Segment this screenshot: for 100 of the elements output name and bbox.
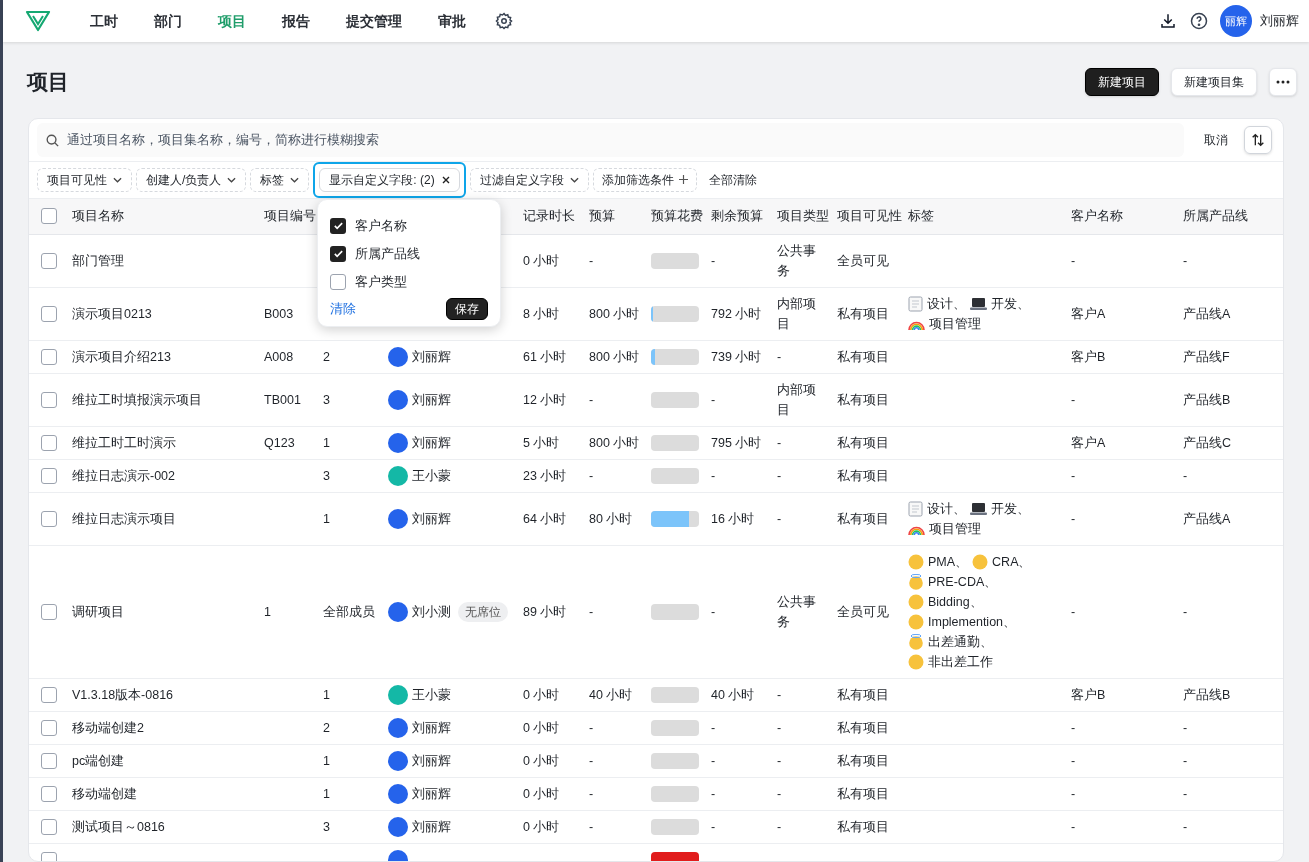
tag-label: Bidding、 xyxy=(928,594,983,611)
table-cell: 0 小时 xyxy=(523,254,560,268)
table-cell: - xyxy=(1071,754,1076,768)
table-cell: 内部项目 xyxy=(777,297,816,331)
nav-tab[interactable]: 审批 xyxy=(423,10,481,32)
filter-chip[interactable]: 项目可见性 xyxy=(37,167,132,192)
table-cell: - xyxy=(1183,721,1188,735)
row-checkbox[interactable] xyxy=(41,511,57,527)
row-checkbox[interactable] xyxy=(41,786,57,802)
table-cell: - xyxy=(711,754,716,768)
row-checkbox[interactable] xyxy=(41,819,57,835)
table-cell: 1 xyxy=(323,754,330,768)
laptop-icon xyxy=(970,297,987,311)
row-checkbox[interactable] xyxy=(41,468,57,484)
nav-tab[interactable]: 工时 xyxy=(75,10,133,32)
table-cell: 40 小时 xyxy=(589,688,633,702)
table-cell: pc端创建 xyxy=(72,754,125,768)
table-cell: 客户B xyxy=(1071,688,1106,702)
search-field[interactable]: 通过项目名称，项目集名称，编号，简称进行模糊搜索 xyxy=(37,122,1184,157)
help-icon[interactable] xyxy=(1190,12,1208,30)
row-checkbox[interactable] xyxy=(41,687,57,703)
emoji-icon xyxy=(908,594,924,610)
table-cell: A008 xyxy=(264,350,294,364)
table-cell: - xyxy=(777,512,782,526)
column-header[interactable]: 项目编号 xyxy=(264,208,316,223)
select-all-checkbox[interactable] xyxy=(41,208,57,225)
column-header[interactable]: 所属产品线 xyxy=(1183,208,1248,223)
more-icon xyxy=(1276,79,1290,84)
logo-icon[interactable] xyxy=(25,10,51,32)
new-project-button[interactable]: 新建项目 xyxy=(1085,67,1159,96)
row-checkbox[interactable] xyxy=(41,720,57,736)
column-header[interactable]: 项目名称 xyxy=(72,208,124,223)
column-header[interactable]: 客户名称 xyxy=(1071,208,1123,223)
cancel-button[interactable]: 取消 xyxy=(1200,130,1232,149)
column-header[interactable]: 记录时长 xyxy=(523,208,575,223)
new-project-set-button[interactable]: 新建项目集 xyxy=(1171,67,1257,96)
search-icon xyxy=(45,132,60,148)
table-cell: 800 小时 xyxy=(589,436,640,450)
option-checkbox[interactable] xyxy=(330,245,346,262)
column-header[interactable]: 标签 xyxy=(908,208,934,223)
emoji-icon xyxy=(908,574,924,590)
table-cell: 80 小时 xyxy=(589,512,633,526)
emoji-icon xyxy=(908,614,924,630)
option-checkbox[interactable] xyxy=(330,273,346,290)
emoji-icon xyxy=(972,554,989,570)
row-checkbox[interactable] xyxy=(41,604,57,620)
table-cell: - xyxy=(1071,254,1076,268)
table-cell: 0 小时 xyxy=(523,820,560,834)
column-header[interactable]: 项目可见性 xyxy=(837,208,902,223)
table-cell: 3 xyxy=(323,820,330,834)
close-icon[interactable] xyxy=(441,175,450,184)
table-cell: 3 xyxy=(323,469,330,483)
filter-chip[interactable]: 过滤自定义字段 xyxy=(469,167,589,192)
nav-tab[interactable]: 部门 xyxy=(139,10,197,32)
row-checkbox[interactable] xyxy=(41,253,57,269)
table-cell: - xyxy=(1183,787,1188,801)
owner-name: 王小蒙 xyxy=(412,468,451,485)
row-checkbox[interactable] xyxy=(41,349,57,365)
table-cell: 23 小时 xyxy=(523,469,567,483)
dropdown-option[interactable]: 所属产品线 xyxy=(330,239,488,268)
table-cell: 64 小时 xyxy=(523,512,567,526)
clear-all-link[interactable]: 全部清除 xyxy=(700,167,765,192)
tag-label: 设计、 xyxy=(927,296,966,313)
dropdown-option[interactable]: 客户名称 xyxy=(330,211,488,240)
user-name[interactable]: 刘丽辉 xyxy=(1260,11,1299,31)
table-cell: - xyxy=(1071,787,1076,801)
more-button[interactable] xyxy=(1269,67,1297,96)
row-checkbox[interactable] xyxy=(41,435,57,451)
filter-chip[interactable]: 创建人/负责人 xyxy=(136,167,247,192)
option-checkbox[interactable] xyxy=(330,217,346,234)
column-header[interactable]: 剩余预算 xyxy=(711,208,763,223)
nav-tab[interactable]: 报告 xyxy=(267,10,325,32)
column-header[interactable]: 预算花费 xyxy=(651,208,703,223)
user-avatar[interactable]: 丽辉 xyxy=(1220,5,1252,37)
save-button[interactable]: 保存 xyxy=(446,297,488,320)
column-header[interactable]: 预算 xyxy=(589,208,615,223)
table-cell: 私有项目 xyxy=(837,350,889,364)
nav-tab[interactable]: 提交管理 xyxy=(331,10,417,32)
row-checkbox[interactable] xyxy=(41,753,57,769)
add-filter-button[interactable]: 添加筛选条件 xyxy=(592,167,697,192)
table-cell: 1 xyxy=(323,688,330,702)
filter-chip[interactable]: 标签 xyxy=(250,167,310,192)
table-cell: 全部成员 xyxy=(323,605,375,619)
owner-name: 刘小测 xyxy=(412,604,451,621)
sort-button[interactable] xyxy=(1244,125,1272,154)
row-checkbox[interactable] xyxy=(41,392,57,408)
dropdown-option[interactable]: 客户类型 xyxy=(330,267,488,296)
table-cell: - xyxy=(1071,512,1076,526)
row-checkbox[interactable] xyxy=(41,306,57,322)
table-cell: 维拉日志演示项目 xyxy=(72,512,176,526)
clear-link[interactable]: 清除 xyxy=(330,298,356,319)
table-cell: 739 小时 xyxy=(711,350,762,364)
settings-icon[interactable] xyxy=(495,12,513,30)
owner-name: 刘丽辉 xyxy=(412,819,451,836)
download-icon[interactable] xyxy=(1159,12,1177,30)
table-cell: - xyxy=(777,754,782,768)
column-header[interactable]: 项目类型 xyxy=(777,208,829,223)
filter-chip[interactable]: 显示自定义字段: (2) xyxy=(319,167,460,192)
table-cell: - xyxy=(589,254,594,268)
table-cell: B003 xyxy=(264,307,294,321)
